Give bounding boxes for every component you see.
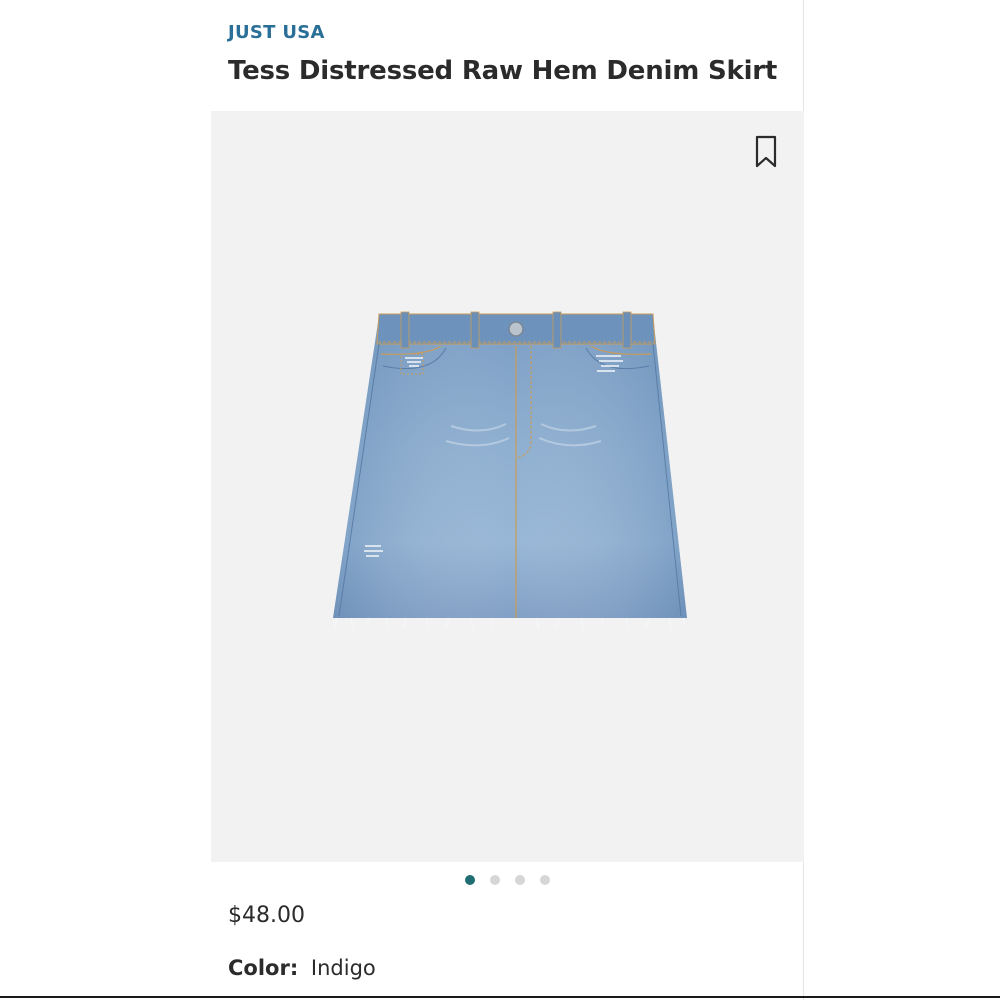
color-value: Indigo (310, 956, 376, 980)
brand-name[interactable]: JUST USA (228, 22, 325, 43)
product-image (333, 311, 687, 633)
product-card: JUST USA Tess Distressed Raw Hem Denim S… (211, 0, 804, 1000)
carousel-dot-4[interactable] (540, 875, 550, 885)
bottom-divider (0, 996, 1000, 998)
color-info: Color: Indigo (228, 956, 376, 980)
carousel-indicator (211, 875, 804, 889)
product-page: JUST USA Tess Distressed Raw Hem Denim S… (0, 0, 1000, 1000)
bookmark-icon[interactable] (754, 135, 778, 169)
product-title: Tess Distressed Raw Hem Denim Skirt (228, 56, 778, 86)
color-label: Color: (228, 956, 299, 980)
product-price: $48.00 (228, 903, 305, 928)
carousel-dot-1[interactable] (465, 875, 475, 885)
carousel-dot-3[interactable] (515, 875, 525, 885)
product-image-carousel[interactable] (211, 111, 804, 862)
carousel-dot-2[interactable] (490, 875, 500, 885)
